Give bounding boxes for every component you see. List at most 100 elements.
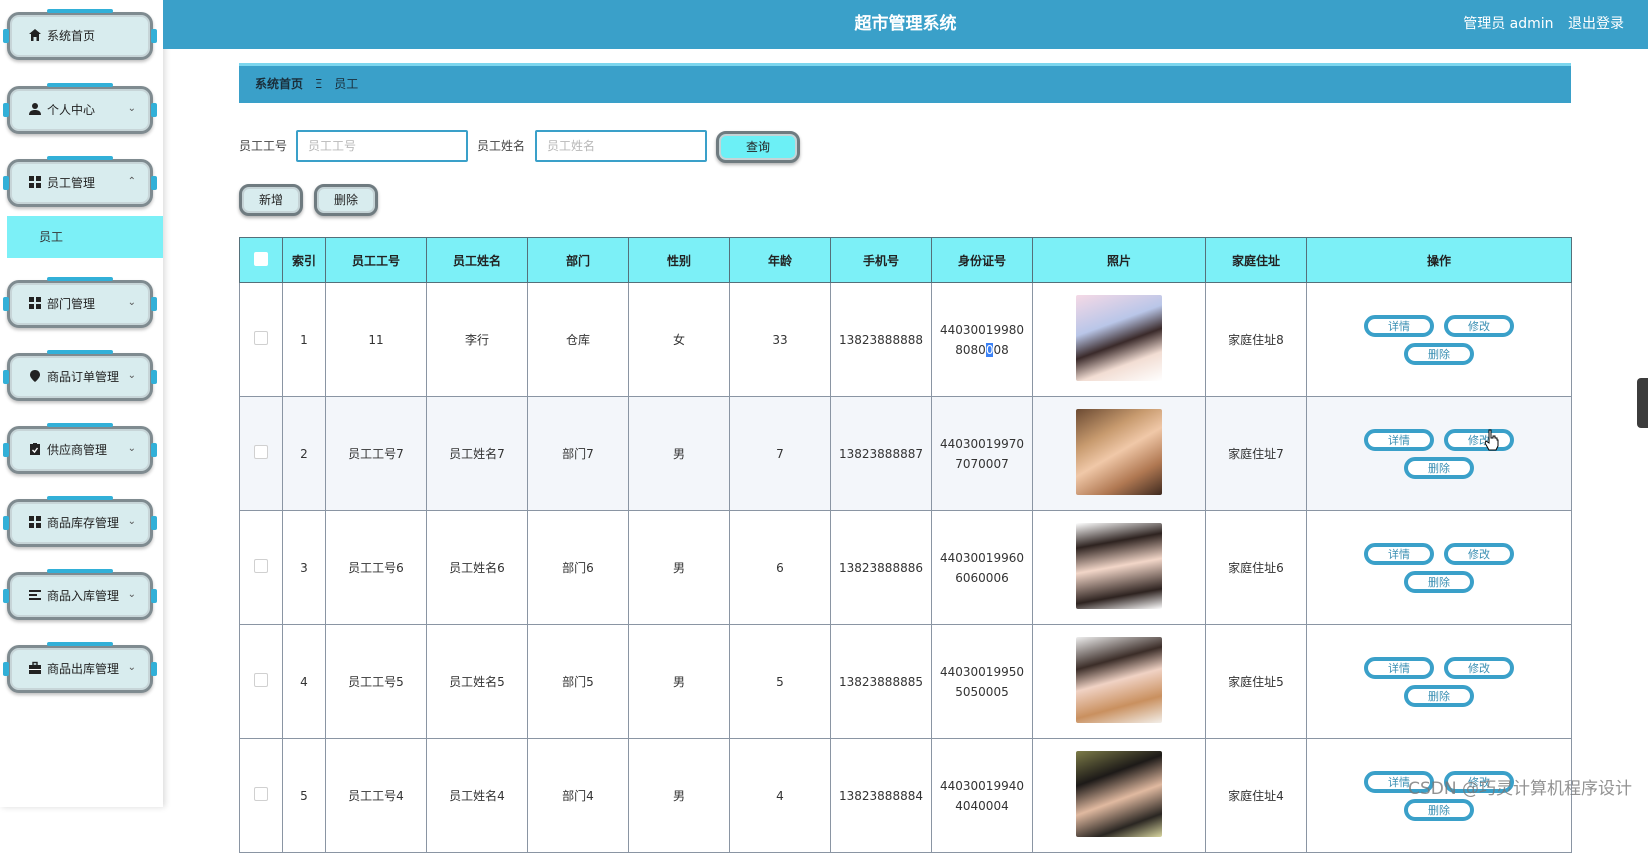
- sidebar-item-home[interactable]: 系统首页: [3, 12, 157, 60]
- employee-no-input[interactable]: [296, 130, 468, 162]
- delete-button[interactable]: 删除: [1404, 798, 1474, 821]
- table-row: 5 员工工号4 员工姓名4 部门4 男 4 13823888884 440300…: [239, 738, 1572, 853]
- row-select-cell[interactable]: [239, 738, 283, 853]
- delete-button[interactable]: 删除: [1404, 456, 1474, 479]
- detail-button[interactable]: 详情: [1364, 656, 1434, 679]
- row-checkbox[interactable]: [254, 445, 268, 459]
- detail-button[interactable]: 详情: [1364, 542, 1434, 565]
- cell-index: 2: [282, 396, 326, 511]
- cell-department: 仓库: [527, 282, 629, 397]
- cell-employee-no: 员工工号6: [325, 510, 427, 625]
- sidebar-item-label: 员工管理: [47, 176, 96, 190]
- column-header: 家庭住址: [1205, 237, 1307, 283]
- delete-button[interactable]: 删除: [1404, 684, 1474, 707]
- sidebar-item-label: 商品库存管理: [47, 516, 120, 530]
- chevron-down-icon: ⌄: [127, 297, 136, 308]
- edit-button[interactable]: 修改: [1444, 428, 1514, 451]
- cell-actions: 详情 修改 删除: [1306, 510, 1572, 625]
- employee-photo: [1076, 523, 1162, 609]
- cell-index: 4: [282, 624, 326, 739]
- query-button[interactable]: 查询: [716, 131, 800, 163]
- delete-button[interactable]: 删除: [1404, 342, 1474, 365]
- column-header: 员工工号: [325, 237, 427, 283]
- delete-button[interactable]: 删除: [1404, 570, 1474, 593]
- cell-employee-name: 李行: [426, 282, 528, 397]
- sidebar-item-stock-in[interactable]: 商品入库管理 ⌄: [3, 572, 157, 620]
- sidebar-item-label: 商品入库管理: [47, 589, 120, 603]
- decor: [151, 176, 157, 190]
- logout-link[interactable]: 退出登录: [1568, 16, 1624, 32]
- employee-name-label: 员工姓名: [477, 139, 526, 153]
- sidebar-item-employee[interactable]: 员工管理 ⌃: [3, 159, 157, 207]
- row-checkbox[interactable]: [254, 787, 268, 801]
- column-header: 手机号: [830, 237, 932, 283]
- chevron-down-icon: ⌄: [127, 103, 136, 114]
- sidebar-item-supplier[interactable]: 供应商管理 ⌄: [3, 426, 157, 474]
- cell-age: 4: [729, 738, 831, 853]
- employee-photo: [1076, 295, 1162, 381]
- cell-photo: [1032, 510, 1206, 625]
- row-checkbox[interactable]: [254, 559, 268, 573]
- batch-delete-button[interactable]: 删除: [314, 184, 378, 216]
- edit-button[interactable]: 修改: [1444, 314, 1514, 337]
- detail-button[interactable]: 详情: [1364, 428, 1434, 451]
- cell-gender: 男: [628, 738, 730, 853]
- employee-table: 索引 员工工号 员工姓名 部门 性别 年龄 手机号 身份证号 照片 家庭住址 操…: [239, 237, 1572, 853]
- detail-button[interactable]: 详情: [1364, 314, 1434, 337]
- cell-phone: 13823888888: [830, 282, 932, 397]
- column-header: 员工姓名: [426, 237, 528, 283]
- breadcrumb-home[interactable]: 系统首页: [255, 77, 303, 91]
- table-header-row: 索引 员工工号 员工姓名 部门 性别 年龄 手机号 身份证号 照片 家庭住址 操…: [239, 237, 1572, 283]
- cell-id-number: 44030019970 7070007: [931, 396, 1033, 511]
- edit-button[interactable]: 修改: [1444, 656, 1514, 679]
- id-line-1: 44030019980: [940, 322, 1024, 337]
- table-row: 4 员工工号5 员工姓名5 部门5 男 5 13823888885 440300…: [239, 624, 1572, 739]
- cell-employee-no: 员工工号7: [325, 396, 427, 511]
- top-header: 超市管理系统 管理员 admin 退出登录: [163, 0, 1648, 49]
- user-icon: [28, 102, 42, 116]
- user-label: 管理员 admin: [1463, 16, 1554, 32]
- sidebar-item-label: 个人中心: [47, 103, 96, 117]
- cell-phone: 13823888884: [830, 738, 932, 853]
- row-select-cell[interactable]: [239, 282, 283, 397]
- sidebar-item-department[interactable]: 部门管理 ⌄: [3, 280, 157, 328]
- employee-name-input[interactable]: [535, 130, 707, 162]
- select-all-checkbox[interactable]: [254, 251, 268, 266]
- cell-index: 5: [282, 738, 326, 853]
- edit-button[interactable]: 修改: [1444, 542, 1514, 565]
- cell-gender: 男: [628, 624, 730, 739]
- sidebar-item-label: 供应商管理: [47, 443, 108, 457]
- row-select-cell[interactable]: [239, 510, 283, 625]
- row-checkbox[interactable]: [254, 673, 268, 687]
- cell-address: 家庭住址4: [1205, 738, 1307, 853]
- sidebar-item-stock-out[interactable]: 商品出库管理 ⌄: [3, 645, 157, 693]
- side-drawer-handle[interactable]: [1637, 378, 1648, 428]
- chevron-down-icon: ⌄: [127, 443, 136, 454]
- cell-age: 6: [729, 510, 831, 625]
- cell-gender: 女: [628, 282, 730, 397]
- select-all-cell[interactable]: [239, 237, 283, 283]
- cell-department: 部门7: [527, 396, 629, 511]
- id-line-1: 44030019960: [940, 550, 1024, 565]
- id-line-1: 44030019950: [940, 664, 1024, 679]
- id-line-2: 6060006: [955, 570, 1009, 585]
- sidebar-subitem-employee[interactable]: 员工: [7, 216, 163, 258]
- cell-address: 家庭住址8: [1205, 282, 1307, 397]
- grid-icon: [28, 175, 42, 189]
- sidebar-item-inventory[interactable]: 商品库存管理 ⌄: [3, 499, 157, 547]
- sidebar-item-label: 商品订单管理: [47, 370, 120, 384]
- cell-employee-no: 员工工号5: [325, 624, 427, 739]
- cell-age: 5: [729, 624, 831, 739]
- add-button[interactable]: 新增: [239, 184, 303, 216]
- row-checkbox[interactable]: [254, 331, 268, 345]
- id-part: 08: [993, 342, 1009, 357]
- cell-employee-name: 员工姓名6: [426, 510, 528, 625]
- column-header: 性别: [628, 237, 730, 283]
- row-select-cell[interactable]: [239, 624, 283, 739]
- cell-photo: [1032, 282, 1206, 397]
- sidebar-item-profile[interactable]: 个人中心 ⌄: [3, 86, 157, 134]
- cell-photo: [1032, 396, 1206, 511]
- sidebar-item-label: 商品出库管理: [47, 662, 120, 676]
- row-select-cell[interactable]: [239, 396, 283, 511]
- sidebar-item-orders[interactable]: 商品订单管理 ⌄: [3, 353, 157, 401]
